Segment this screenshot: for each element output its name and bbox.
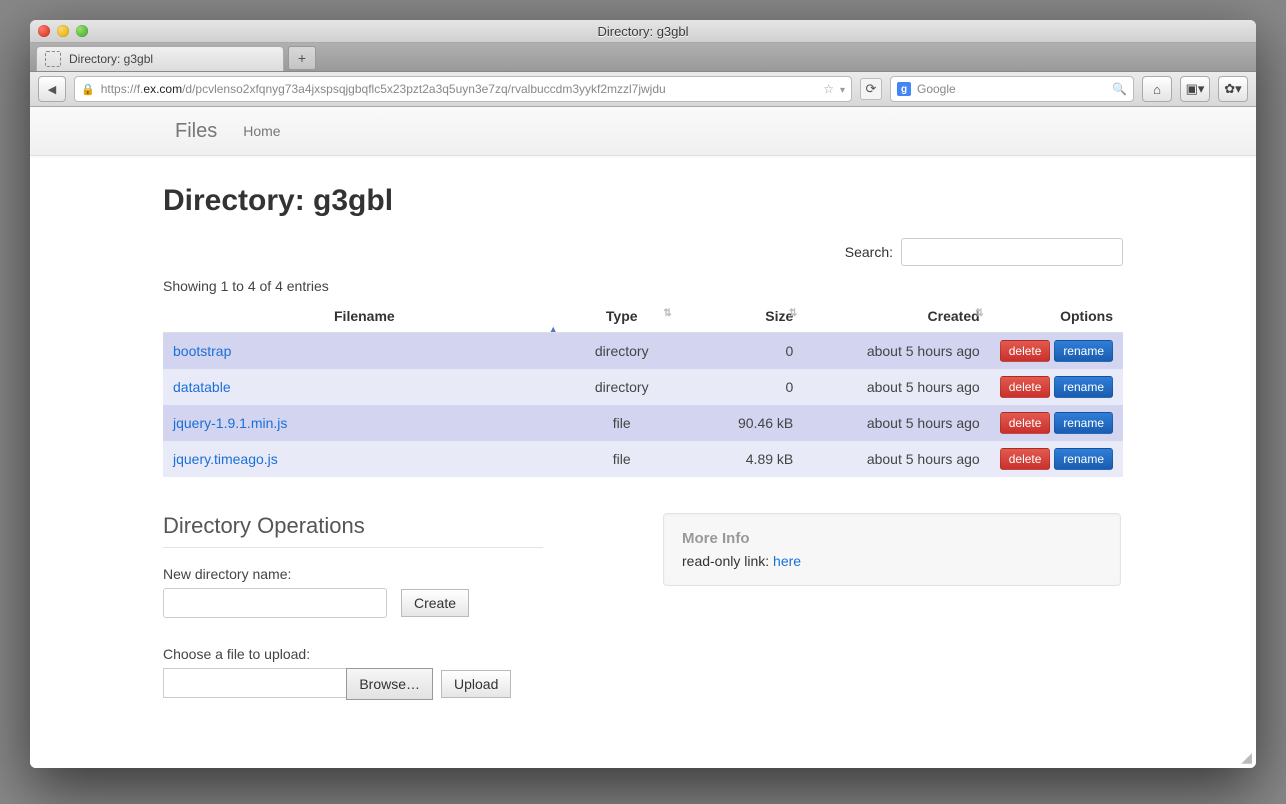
file-type: directory — [566, 333, 678, 370]
app-navbar: Files Home — [30, 107, 1256, 156]
file-created: about 5 hours ago — [803, 441, 989, 477]
browser-tab[interactable]: Directory: g3gbl — [36, 46, 284, 71]
file-created: about 5 hours ago — [803, 369, 989, 405]
table-row: jquery.timeago.js file4.89 kBabout 5 hour… — [163, 441, 1123, 477]
nav-home[interactable]: Home — [243, 123, 280, 139]
more-info-panel: More Info read-only link: here — [663, 513, 1121, 586]
create-button[interactable]: Create — [401, 589, 469, 617]
rename-button[interactable]: rename — [1054, 340, 1113, 362]
table-row: jquery-1.9.1.min.js file90.46 kBabout 5 h… — [163, 405, 1123, 441]
col-type-label: Type — [606, 308, 638, 324]
brand[interactable]: Files — [175, 120, 217, 143]
resize-handle-icon[interactable]: ◢ — [30, 747, 1256, 768]
file-link[interactable]: datatable — [173, 379, 231, 395]
toolbar: https://f.ex.com/d/pcvlenso2xfqnyg73a4jx… — [30, 72, 1256, 107]
file-size: 90.46 kB — [678, 405, 803, 441]
back-button[interactable] — [38, 76, 66, 102]
readonly-link[interactable]: here — [773, 553, 801, 569]
table-header-row: Filename Type Size Created Options — [163, 300, 1123, 333]
file-type: file — [566, 441, 678, 477]
new-dir-input[interactable] — [163, 588, 387, 618]
entries-info: Showing 1 to 4 of 4 entries — [163, 278, 1123, 294]
rename-button[interactable]: rename — [1054, 412, 1113, 434]
search-engine-icon: g — [897, 82, 911, 96]
new-dir-label: New directory name: — [163, 566, 543, 582]
search-input[interactable] — [901, 238, 1123, 266]
readonly-link-line: read-only link: here — [682, 553, 1102, 569]
lock-icon — [81, 82, 95, 96]
delete-button[interactable]: delete — [1000, 412, 1051, 434]
col-filename-label: Filename — [173, 308, 556, 324]
delete-button[interactable]: delete — [1000, 448, 1051, 470]
file-size: 4.89 kB — [678, 441, 803, 477]
lower-panels: Directory Operations New directory name:… — [163, 513, 1123, 700]
home-button[interactable]: ⌂ — [1142, 76, 1172, 102]
browser-search-placeholder: Google — [917, 82, 1106, 96]
bookmarks-button[interactable]: ▣▾ — [1180, 76, 1210, 102]
extension-button[interactable]: ✿▾ — [1218, 76, 1248, 102]
search-label: Search: — [845, 244, 893, 260]
col-options-label: Options — [1060, 308, 1113, 324]
file-type: file — [566, 405, 678, 441]
search-icon — [1112, 82, 1127, 96]
file-link[interactable]: jquery-1.9.1.min.js — [173, 415, 287, 431]
table-row: datatable directory0about 5 hours ago dele… — [163, 369, 1123, 405]
file-path-display — [163, 668, 346, 698]
url-path: /d/pcvlenso2xfqnyg73a4jxspsqjgbqflc5x23p… — [182, 82, 666, 96]
tab-favicon-icon — [45, 51, 61, 67]
upload-label: Choose a file to upload: — [163, 646, 543, 662]
bookmark-star-icon[interactable] — [823, 82, 834, 96]
file-type: directory — [566, 369, 678, 405]
upload-button[interactable]: Upload — [441, 670, 511, 698]
traffic-lights — [38, 25, 88, 37]
page-title: Directory: g3gbl — [163, 184, 1123, 218]
url-dropdown-icon[interactable] — [840, 82, 845, 96]
more-info-heading: More Info — [682, 530, 1102, 547]
close-window-icon[interactable] — [38, 25, 50, 37]
file-link[interactable]: bootstrap — [173, 343, 231, 359]
directory-operations: Directory Operations New directory name:… — [163, 513, 543, 700]
file-size: 0 — [678, 369, 803, 405]
ops-heading: Directory Operations — [163, 513, 543, 548]
minimize-window-icon[interactable] — [57, 25, 69, 37]
col-options: Options — [990, 300, 1123, 333]
url-bar[interactable]: https://f.ex.com/d/pcvlenso2xfqnyg73a4jx… — [74, 76, 852, 102]
page-content: Files Home Directory: g3gbl Search: Show… — [30, 107, 1256, 747]
rename-button[interactable]: rename — [1054, 448, 1113, 470]
file-size: 0 — [678, 333, 803, 370]
browser-search-box[interactable]: g Google — [890, 76, 1134, 102]
file-table: Filename Type Size Created Options boots… — [163, 300, 1123, 477]
col-created[interactable]: Created — [803, 300, 989, 333]
url-text: https://f.ex.com/d/pcvlenso2xfqnyg73a4jx… — [101, 82, 818, 96]
titlebar: Directory: g3gbl — [30, 20, 1256, 43]
table-search-row: Search: — [163, 238, 1123, 266]
col-size-label: Size — [765, 308, 793, 324]
browse-button[interactable]: Browse… — [346, 668, 433, 700]
tab-strip: Directory: g3gbl + — [30, 43, 1256, 72]
tab-title: Directory: g3gbl — [69, 52, 153, 66]
col-size[interactable]: Size — [678, 300, 803, 333]
file-input[interactable]: Browse… — [163, 668, 433, 700]
url-host: ex.com — [143, 82, 182, 96]
col-created-label: Created — [928, 308, 980, 324]
container: Directory: g3gbl Search: Showing 1 to 4 … — [163, 156, 1123, 740]
col-filename[interactable]: Filename — [163, 300, 566, 333]
col-type[interactable]: Type — [566, 300, 678, 333]
url-scheme: https://f. — [101, 82, 144, 96]
reload-button[interactable]: ⟳ — [860, 78, 882, 100]
delete-button[interactable]: delete — [1000, 376, 1051, 398]
file-created: about 5 hours ago — [803, 333, 989, 370]
readonly-link-prefix: read-only link: — [682, 553, 773, 569]
zoom-window-icon[interactable] — [76, 25, 88, 37]
window-title: Directory: g3gbl — [30, 24, 1256, 39]
delete-button[interactable]: delete — [1000, 340, 1051, 362]
table-row: bootstrap directory0about 5 hours ago dele… — [163, 333, 1123, 370]
file-link[interactable]: jquery.timeago.js — [173, 451, 278, 467]
file-created: about 5 hours ago — [803, 405, 989, 441]
browser-window: Directory: g3gbl Directory: g3gbl + http… — [30, 20, 1256, 768]
rename-button[interactable]: rename — [1054, 376, 1113, 398]
new-tab-button[interactable]: + — [288, 46, 316, 70]
